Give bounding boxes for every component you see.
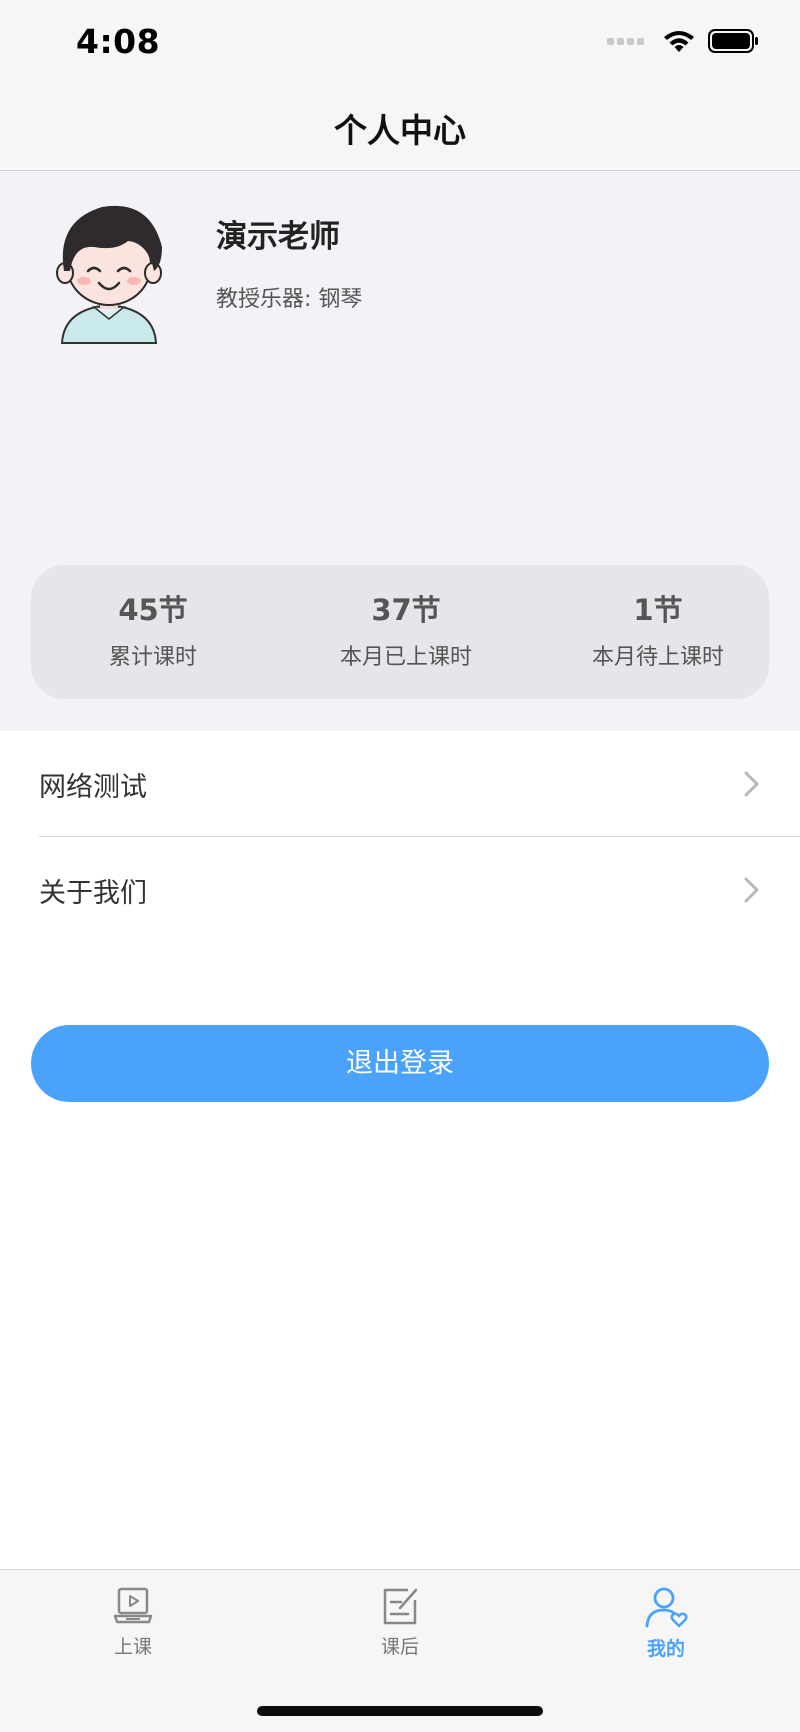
teacher-name: 演示老师 xyxy=(216,219,340,255)
status-bar: 4:08 xyxy=(0,0,800,90)
page-title: 个人中心 xyxy=(334,111,466,150)
stat-value: 45节 xyxy=(118,593,188,627)
stat-month-completed: 37节 本月已上课时 xyxy=(306,587,506,671)
status-time: 4:08 xyxy=(76,22,161,61)
home-indicator[interactable] xyxy=(257,1706,543,1716)
stat-value: 37节 xyxy=(371,593,441,627)
teacher-avatar-icon xyxy=(56,205,162,344)
teacher-instrument: 教授乐器: 钢琴 xyxy=(216,287,363,312)
menu-item-about-us[interactable]: 关于我们 xyxy=(0,837,800,943)
chevron-right-icon xyxy=(744,877,759,903)
menu-item-label: 关于我们 xyxy=(39,878,147,909)
menu-item-label: 网络测试 xyxy=(39,772,147,803)
tab-label: 课后 xyxy=(380,1636,419,1658)
lesson-stats-card: 45节 累计课时 37节 本月已上课时 1节 本月待上课时 xyxy=(31,565,769,699)
tab-label: 我的 xyxy=(646,1638,685,1660)
user-heart-icon xyxy=(645,1587,688,1628)
logout-button[interactable]: 退出登录 xyxy=(31,1025,769,1102)
edit-note-icon xyxy=(383,1588,418,1625)
tab-lessons[interactable]: 上课 xyxy=(73,1586,193,1659)
status-icons xyxy=(607,28,760,54)
stat-label: 本月待上课时 xyxy=(591,645,724,670)
profile-section: 演示老师 教授乐器: 钢琴 45节 累计课时 37节 本月已上课时 1节 本月待… xyxy=(0,171,800,731)
signal-icon xyxy=(607,37,644,45)
stat-month-pending: 1节 本月待上课时 xyxy=(553,587,763,671)
stat-label: 本月已上课时 xyxy=(339,645,472,670)
video-lesson-icon xyxy=(113,1587,153,1624)
chevron-right-icon xyxy=(744,771,759,797)
stat-label: 累计课时 xyxy=(108,645,197,670)
nav-bar: 个人中心 xyxy=(0,90,800,171)
stat-value: 1节 xyxy=(633,593,683,627)
battery-icon xyxy=(708,29,758,53)
settings-menu: 网络测试 关于我们 xyxy=(0,731,800,943)
menu-item-network-test[interactable]: 网络测试 xyxy=(0,731,800,837)
stat-total-lessons: 45节 累计课时 xyxy=(53,587,253,671)
wifi-icon xyxy=(664,31,694,52)
tab-after-class[interactable]: 课后 xyxy=(340,1586,460,1659)
tab-mine[interactable]: 我的 xyxy=(606,1586,726,1661)
tab-label: 上课 xyxy=(113,1636,152,1658)
